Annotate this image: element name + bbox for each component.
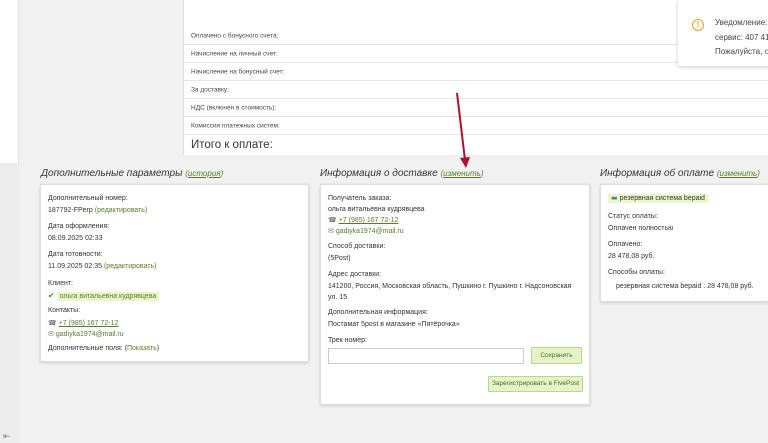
annotation-arrow xyxy=(456,92,470,168)
annotation-arrow-shaft xyxy=(456,92,466,161)
annotation-arrow-head xyxy=(460,157,470,168)
